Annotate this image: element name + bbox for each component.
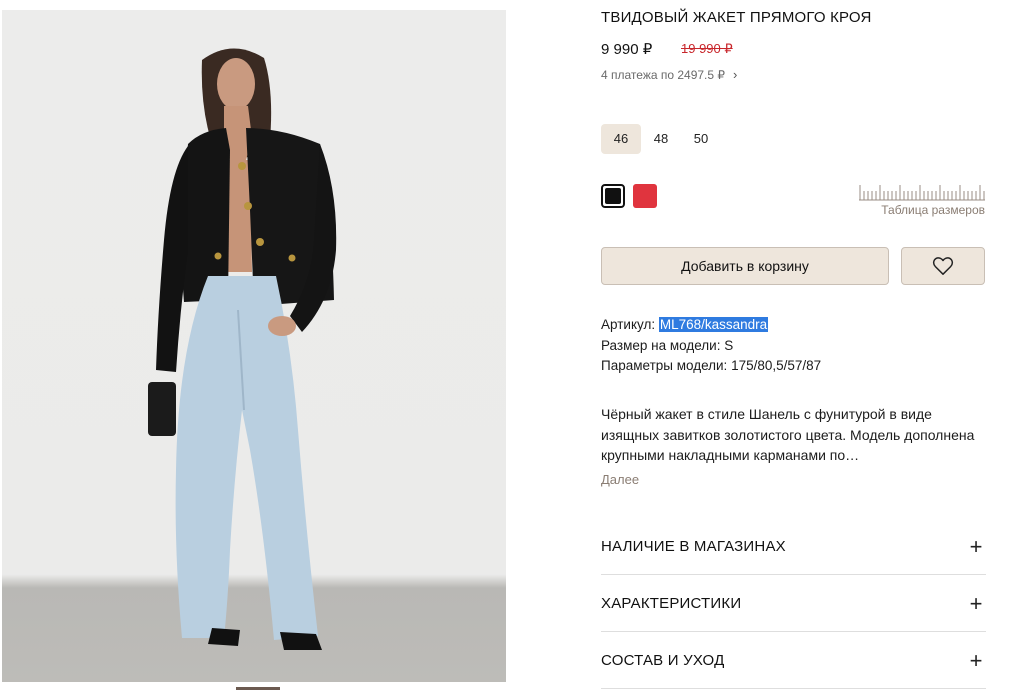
installments-link[interactable]: 4 платежа по 2497.5 ₽ › xyxy=(601,67,737,82)
article-value: ML768/kassandra xyxy=(658,317,769,332)
plus-icon: + xyxy=(969,647,983,673)
product-description: Чёрный жакет в стиле Шанель с фунитурой … xyxy=(601,406,975,463)
accordion-store-availability[interactable]: НАЛИЧИЕ В МАГАЗИНАХ + xyxy=(601,519,986,575)
color-swatch-black[interactable] xyxy=(601,184,625,208)
chevron-right-icon: › xyxy=(733,67,738,82)
size-selector: 46 48 50 xyxy=(601,124,721,154)
size-option-50[interactable]: 50 xyxy=(681,124,721,154)
product-title: ТВИДОВЫЙ ЖАКЕТ ПРЯМОГО КРОЯ xyxy=(601,9,872,26)
accordion-label: СОСТАВ И УХОД xyxy=(601,652,725,669)
article-label: Артикул: xyxy=(601,317,656,332)
accordion-label: НАЛИЧИЕ В МАГАЗИНАХ xyxy=(601,538,786,555)
read-more-link[interactable]: Далее xyxy=(601,472,639,487)
article-row: Артикул: ML768/kassandra xyxy=(601,315,821,336)
plus-icon: + xyxy=(969,590,983,616)
add-to-cart-button[interactable]: Добавить в корзину xyxy=(601,247,889,285)
plus-icon: + xyxy=(969,533,983,559)
model-illustration xyxy=(148,48,337,650)
accordion-characteristics[interactable]: ХАРАКТЕРИСТИКИ + xyxy=(601,576,986,632)
favorite-button[interactable] xyxy=(901,247,985,285)
current-price: 9 990 ₽ xyxy=(601,41,653,58)
heart-icon xyxy=(932,257,954,275)
size-option-48[interactable]: 48 xyxy=(641,124,681,154)
size-option-46[interactable]: 46 xyxy=(601,124,641,154)
color-swatch-red[interactable] xyxy=(633,184,657,208)
product-photo[interactable] xyxy=(2,10,506,682)
accordion-label: ХАРАКТЕРИСТИКИ xyxy=(601,595,742,612)
installments-text: 4 платежа по 2497.5 ₽ xyxy=(601,67,726,82)
product-specs: Артикул: ML768/kassandra Размер на модел… xyxy=(601,315,821,377)
old-price: 19 990 ₽ xyxy=(681,41,733,56)
color-selector xyxy=(601,184,657,208)
ruler-icon xyxy=(859,185,985,201)
model-size: Размер на модели: S xyxy=(601,337,734,353)
size-table-label: Таблица размеров xyxy=(881,203,985,217)
accordion-composition-care[interactable]: СОСТАВ И УХОД + xyxy=(601,633,986,689)
size-table-link[interactable]: Таблица размеров xyxy=(859,183,985,217)
model-params: Параметры модели: 175/80,5/57/87 xyxy=(601,358,822,373)
